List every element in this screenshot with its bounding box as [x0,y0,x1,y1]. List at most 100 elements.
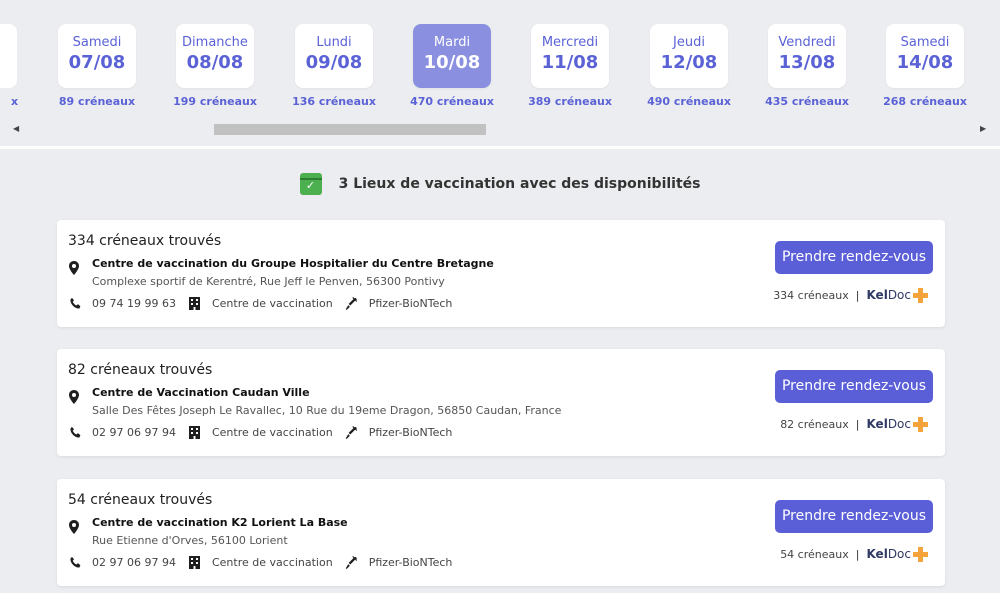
center-info-row: 02 97 06 97 94 Centre de vaccination Pfi… [68,554,464,570]
center-slots-title: 334 créneaux trouvés [68,233,222,249]
platform-slots: 334 créneaux [773,288,849,302]
day-slots: 470 créneaux [410,95,494,108]
center-vaccine: Pfizer-BioNTech [368,296,453,310]
day-slots: 199 créneaux [173,95,257,108]
day-date: 14/08 [896,52,954,73]
keldoc-logo-kel: Kel [866,547,888,561]
phone-icon [68,425,82,439]
platform-slots: 54 créneaux [780,547,849,561]
keldoc-logo[interactable]: Kel Doc [866,546,929,563]
center-phone[interactable]: 02 97 06 97 94 [92,556,176,569]
platform-row: 334 créneaux | Kel Doc [773,286,929,304]
platform-row: 82 créneaux | Kel Doc [780,415,929,433]
day-date: 09/08 [305,52,363,73]
day-date: 11/08 [541,52,599,73]
book-appointment-button[interactable]: Prendre rendez-vous [775,500,933,533]
day-name: Samedi [72,35,122,50]
building-icon [188,425,202,439]
center-slots-title: 54 créneaux trouvés [68,492,213,508]
keldoc-logo-doc: Doc [887,547,911,561]
horizontal-scrollbar-thumb[interactable] [214,124,486,135]
kel-plus-icon [913,546,928,562]
center-card: 334 créneaux trouvés Centre de vaccinati… [57,220,945,327]
day-date: 07/08 [68,52,126,73]
center-card: 82 créneaux trouvés Centre de Vaccinatio… [57,349,945,456]
syringe-icon [345,425,359,439]
center-type: Centre de vaccination [211,425,333,439]
results-heading-text: 3 Lieux de vaccination avec des disponib… [338,176,701,192]
divider [0,146,1000,149]
kel-plus-icon [913,287,928,303]
day-slots: 89 créneaux [58,95,136,108]
calendar-check-icon [299,173,322,195]
keldoc-logo[interactable]: Kel Doc [866,287,929,304]
chevron-right-icon[interactable]: ▶ [980,123,990,135]
book-appointment-button[interactable]: Prendre rendez-vous [775,241,933,274]
day-card-dimanche-0808[interactable]: Dimanche 08/08 [176,24,254,88]
book-appointment-button[interactable]: Prendre rendez-vous [775,370,933,403]
day-slots: 268 créneaux [883,95,967,108]
map-pin-icon [69,520,79,534]
center-name: Centre de Vaccination Caudan Ville [92,386,310,399]
center-type: Centre de vaccination [211,296,333,310]
syringe-icon [345,296,359,310]
map-pin-icon [69,390,79,404]
center-phone[interactable]: 09 74 19 99 63 [92,297,176,310]
day-card-mercredi-1108[interactable]: Mercredi 11/08 [531,24,609,88]
center-address: Complexe sportif de Kerentré, Rue Jeff l… [92,275,445,288]
kel-plus-icon [913,416,928,432]
day-card-vendredi-1308[interactable]: Vendredi 13/08 [768,24,846,88]
separator: | [855,547,860,561]
day-slots-partial: x [11,95,19,108]
center-name: Centre de vaccination K2 Lorient La Base [92,516,348,529]
day-name: Mardi [433,35,471,50]
day-card-mardi-1008-selected[interactable]: Mardi 10/08 [413,24,491,88]
day-slots: 435 créneaux [765,95,849,108]
center-slots-title: 82 créneaux trouvés [68,362,213,378]
center-vaccine: Pfizer-BioNTech [368,555,453,569]
center-address: Rue Etienne d'Orves, 56100 Lorient [92,534,288,547]
day-card-samedi-1408[interactable]: Samedi 14/08 [886,24,964,88]
day-card-samedi-0708[interactable]: Samedi 07/08 [58,24,136,88]
building-icon [188,296,202,310]
chevron-left-icon[interactable]: ◀ [13,123,23,135]
day-card-lundi-0908[interactable]: Lundi 09/08 [295,24,373,88]
day-date: 10/08 [423,52,481,73]
center-info-row: 02 97 06 97 94 Centre de vaccination Pfi… [68,424,464,440]
day-slots: 490 créneaux [647,95,731,108]
keldoc-logo-kel: Kel [866,417,888,431]
day-name: Dimanche [182,35,248,50]
separator: | [855,288,860,302]
center-phone[interactable]: 02 97 06 97 94 [92,426,176,439]
separator: | [855,417,860,431]
platform-slots: 82 créneaux [780,417,849,431]
keldoc-logo-doc: Doc [887,288,911,302]
center-type: Centre de vaccination [211,555,333,569]
phone-icon [68,296,82,310]
center-info-row: 09 74 19 99 63 Centre de vaccination Pfi… [68,295,464,311]
results-heading: 3 Lieux de vaccination avec des disponib… [0,173,1000,197]
day-name: Vendredi [778,35,836,50]
day-card-jeudi-1208[interactable]: Jeudi 12/08 [650,24,728,88]
map-pin-icon [69,261,79,275]
phone-icon [68,555,82,569]
day-date: 12/08 [660,52,718,73]
date-strip: x Samedi 07/08 89 créneaux Dimanche 08/0… [0,0,1000,146]
day-date: 13/08 [778,52,836,73]
day-name: Jeudi [673,35,705,50]
keldoc-logo-doc: Doc [887,417,911,431]
day-slots: 389 créneaux [528,95,612,108]
day-date: 08/08 [186,52,244,73]
day-name: Mercredi [541,35,599,50]
center-address: Salle Des Fêtes Joseph Le Ravallec, 10 R… [92,404,562,417]
center-name: Centre de vaccination du Groupe Hospital… [92,257,494,270]
keldoc-logo-kel: Kel [866,288,888,302]
day-slots: 136 créneaux [292,95,376,108]
day-name: Samedi [900,35,950,50]
center-vaccine: Pfizer-BioNTech [368,425,453,439]
syringe-icon [345,555,359,569]
center-card: 54 créneaux trouvés Centre de vaccinatio… [57,479,945,586]
keldoc-logo[interactable]: Kel Doc [866,416,929,433]
day-card-partial[interactable] [0,24,17,88]
day-name: Lundi [316,35,352,50]
